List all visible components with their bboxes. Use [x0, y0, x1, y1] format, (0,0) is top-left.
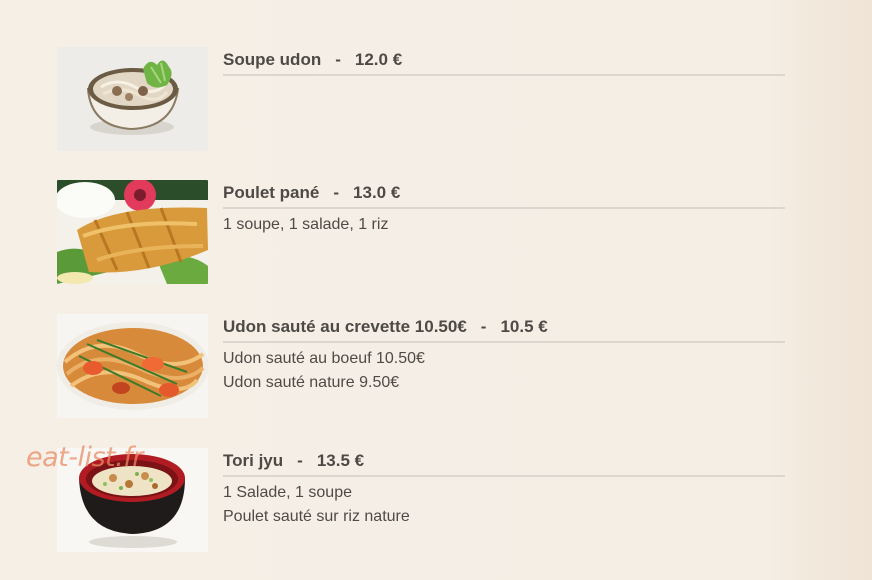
- dish-photo-poulet-pane[interactable]: [57, 180, 208, 284]
- description-line: Poulet sauté sur riz nature: [223, 508, 410, 525]
- description-line: 1 Salade, 1 soupe: [223, 484, 352, 501]
- breaded-chicken-image: [57, 180, 208, 284]
- dish-title-row: Soupe udon -12.0 €: [223, 49, 785, 76]
- menu-item[interactable]: Poulet pané -13.0 € 1 soupe, 1 salade, 1 …: [57, 180, 787, 284]
- dish-name: Soupe udon: [223, 50, 322, 69]
- dish-price: 12.0 €: [354, 50, 403, 69]
- dish-price: 13.0 €: [353, 183, 401, 202]
- title-separator: -: [333, 183, 340, 202]
- menu-item[interactable]: Soupe udon -12.0 €: [57, 47, 787, 151]
- dish-photo-soupe-udon[interactable]: [57, 47, 208, 151]
- description-line: Udon sauté au boeuf 10.50€: [223, 350, 425, 367]
- dish-name: Tori jyu: [223, 451, 284, 470]
- description-line: Udon sauté nature 9.50€: [223, 374, 400, 391]
- udon-soup-image: [57, 47, 208, 151]
- title-separator: -: [480, 317, 487, 336]
- dish-name: Poulet pané: [223, 183, 320, 202]
- dish-title-row: Tori jyu -13.5 €: [223, 450, 785, 477]
- dish-title-row: Poulet pané -13.0 €: [223, 182, 785, 209]
- description-line: 1 soupe, 1 salade, 1 riz: [223, 216, 389, 233]
- fried-udon-image: [57, 314, 208, 418]
- dish-name: Udon sauté au crevette 10.50€: [223, 317, 467, 336]
- menu-item[interactable]: Tori jyu -13.5 € 1 Salade, 1 soupe Poulet…: [57, 448, 787, 552]
- dish-description: 1 soupe, 1 salade, 1 riz: [223, 213, 785, 237]
- dish-title-row: Udon sauté au crevette 10.50€ -10.5 €: [223, 316, 785, 343]
- dish-price: 10.5 €: [500, 317, 548, 336]
- site-watermark: eat-list.fr: [26, 442, 143, 473]
- dish-description: 1 Salade, 1 soupe Poulet sauté sur riz n…: [223, 481, 785, 529]
- menu-item[interactable]: Udon sauté au crevette 10.50€ -10.5 € Udo…: [57, 314, 787, 418]
- title-separator: -: [335, 50, 341, 69]
- dish-description: Udon sauté au boeuf 10.50€ Udon sauté na…: [223, 347, 785, 395]
- title-separator: -: [297, 451, 303, 470]
- dish-photo-udon-saute[interactable]: [57, 314, 208, 418]
- dish-price: 13.5 €: [316, 451, 365, 470]
